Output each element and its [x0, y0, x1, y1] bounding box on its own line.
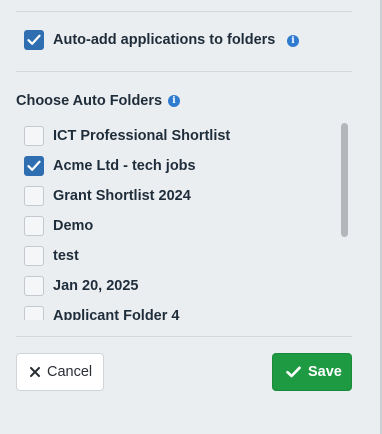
save-label: Save: [308, 364, 342, 380]
folder-checkbox[interactable]: [24, 126, 44, 146]
folder-label: ICT Professional Shortlist: [53, 128, 231, 144]
folder-label: Grant Shortlist 2024: [53, 188, 191, 204]
top-divider: [16, 11, 352, 12]
check-icon: [286, 366, 301, 378]
section-divider: [16, 71, 352, 72]
save-button[interactable]: Save: [272, 353, 352, 391]
info-circle-icon[interactable]: i: [287, 35, 299, 47]
folder-checkbox[interactable]: [24, 216, 44, 236]
folder-list-item[interactable]: Demo: [16, 212, 326, 242]
folder-label: Acme Ltd - tech jobs: [53, 158, 196, 174]
info-circle-icon[interactable]: i: [168, 95, 180, 107]
folder-checkbox[interactable]: [24, 156, 44, 176]
folder-list-item[interactable]: Jan 20, 2025: [16, 272, 326, 302]
folder-checkbox[interactable]: [24, 306, 44, 320]
folder-list-item[interactable]: test: [16, 242, 326, 272]
auto-add-checkbox[interactable]: [24, 30, 44, 50]
auto-folders-panel: Auto-add applications to folders i Choos…: [0, 0, 382, 434]
scrollbar-thumb[interactable]: [341, 123, 348, 237]
folder-checkbox[interactable]: [24, 186, 44, 206]
folder-label: Demo: [53, 218, 94, 234]
folder-checkbox[interactable]: [24, 276, 44, 296]
folder-list[interactable]: ICT Professional Shortlist Acme Ltd - te…: [16, 120, 352, 320]
folder-label: test: [53, 248, 79, 264]
cancel-button[interactable]: Cancel: [16, 353, 104, 391]
checkmark-icon: [27, 160, 41, 171]
auto-folders-heading: Choose Auto Folders: [16, 93, 163, 109]
folder-list-item[interactable]: Applicant Folder 4: [16, 302, 326, 320]
folder-list-item[interactable]: Grant Shortlist 2024: [16, 182, 326, 212]
footer-divider: [16, 336, 352, 337]
auto-add-label[interactable]: Auto-add applications to folders: [53, 30, 275, 50]
cancel-label: Cancel: [47, 364, 93, 380]
folder-label: Jan 20, 2025: [53, 278, 139, 294]
close-icon: [30, 367, 40, 377]
folder-checkbox[interactable]: [24, 246, 44, 266]
folder-label: Applicant Folder 4: [53, 308, 180, 320]
folder-list-item[interactable]: Acme Ltd - tech jobs: [16, 152, 326, 182]
checkmark-icon: [27, 34, 41, 45]
folder-list-item[interactable]: ICT Professional Shortlist: [16, 122, 326, 152]
folder-list-scrollbar[interactable]: [338, 120, 350, 320]
